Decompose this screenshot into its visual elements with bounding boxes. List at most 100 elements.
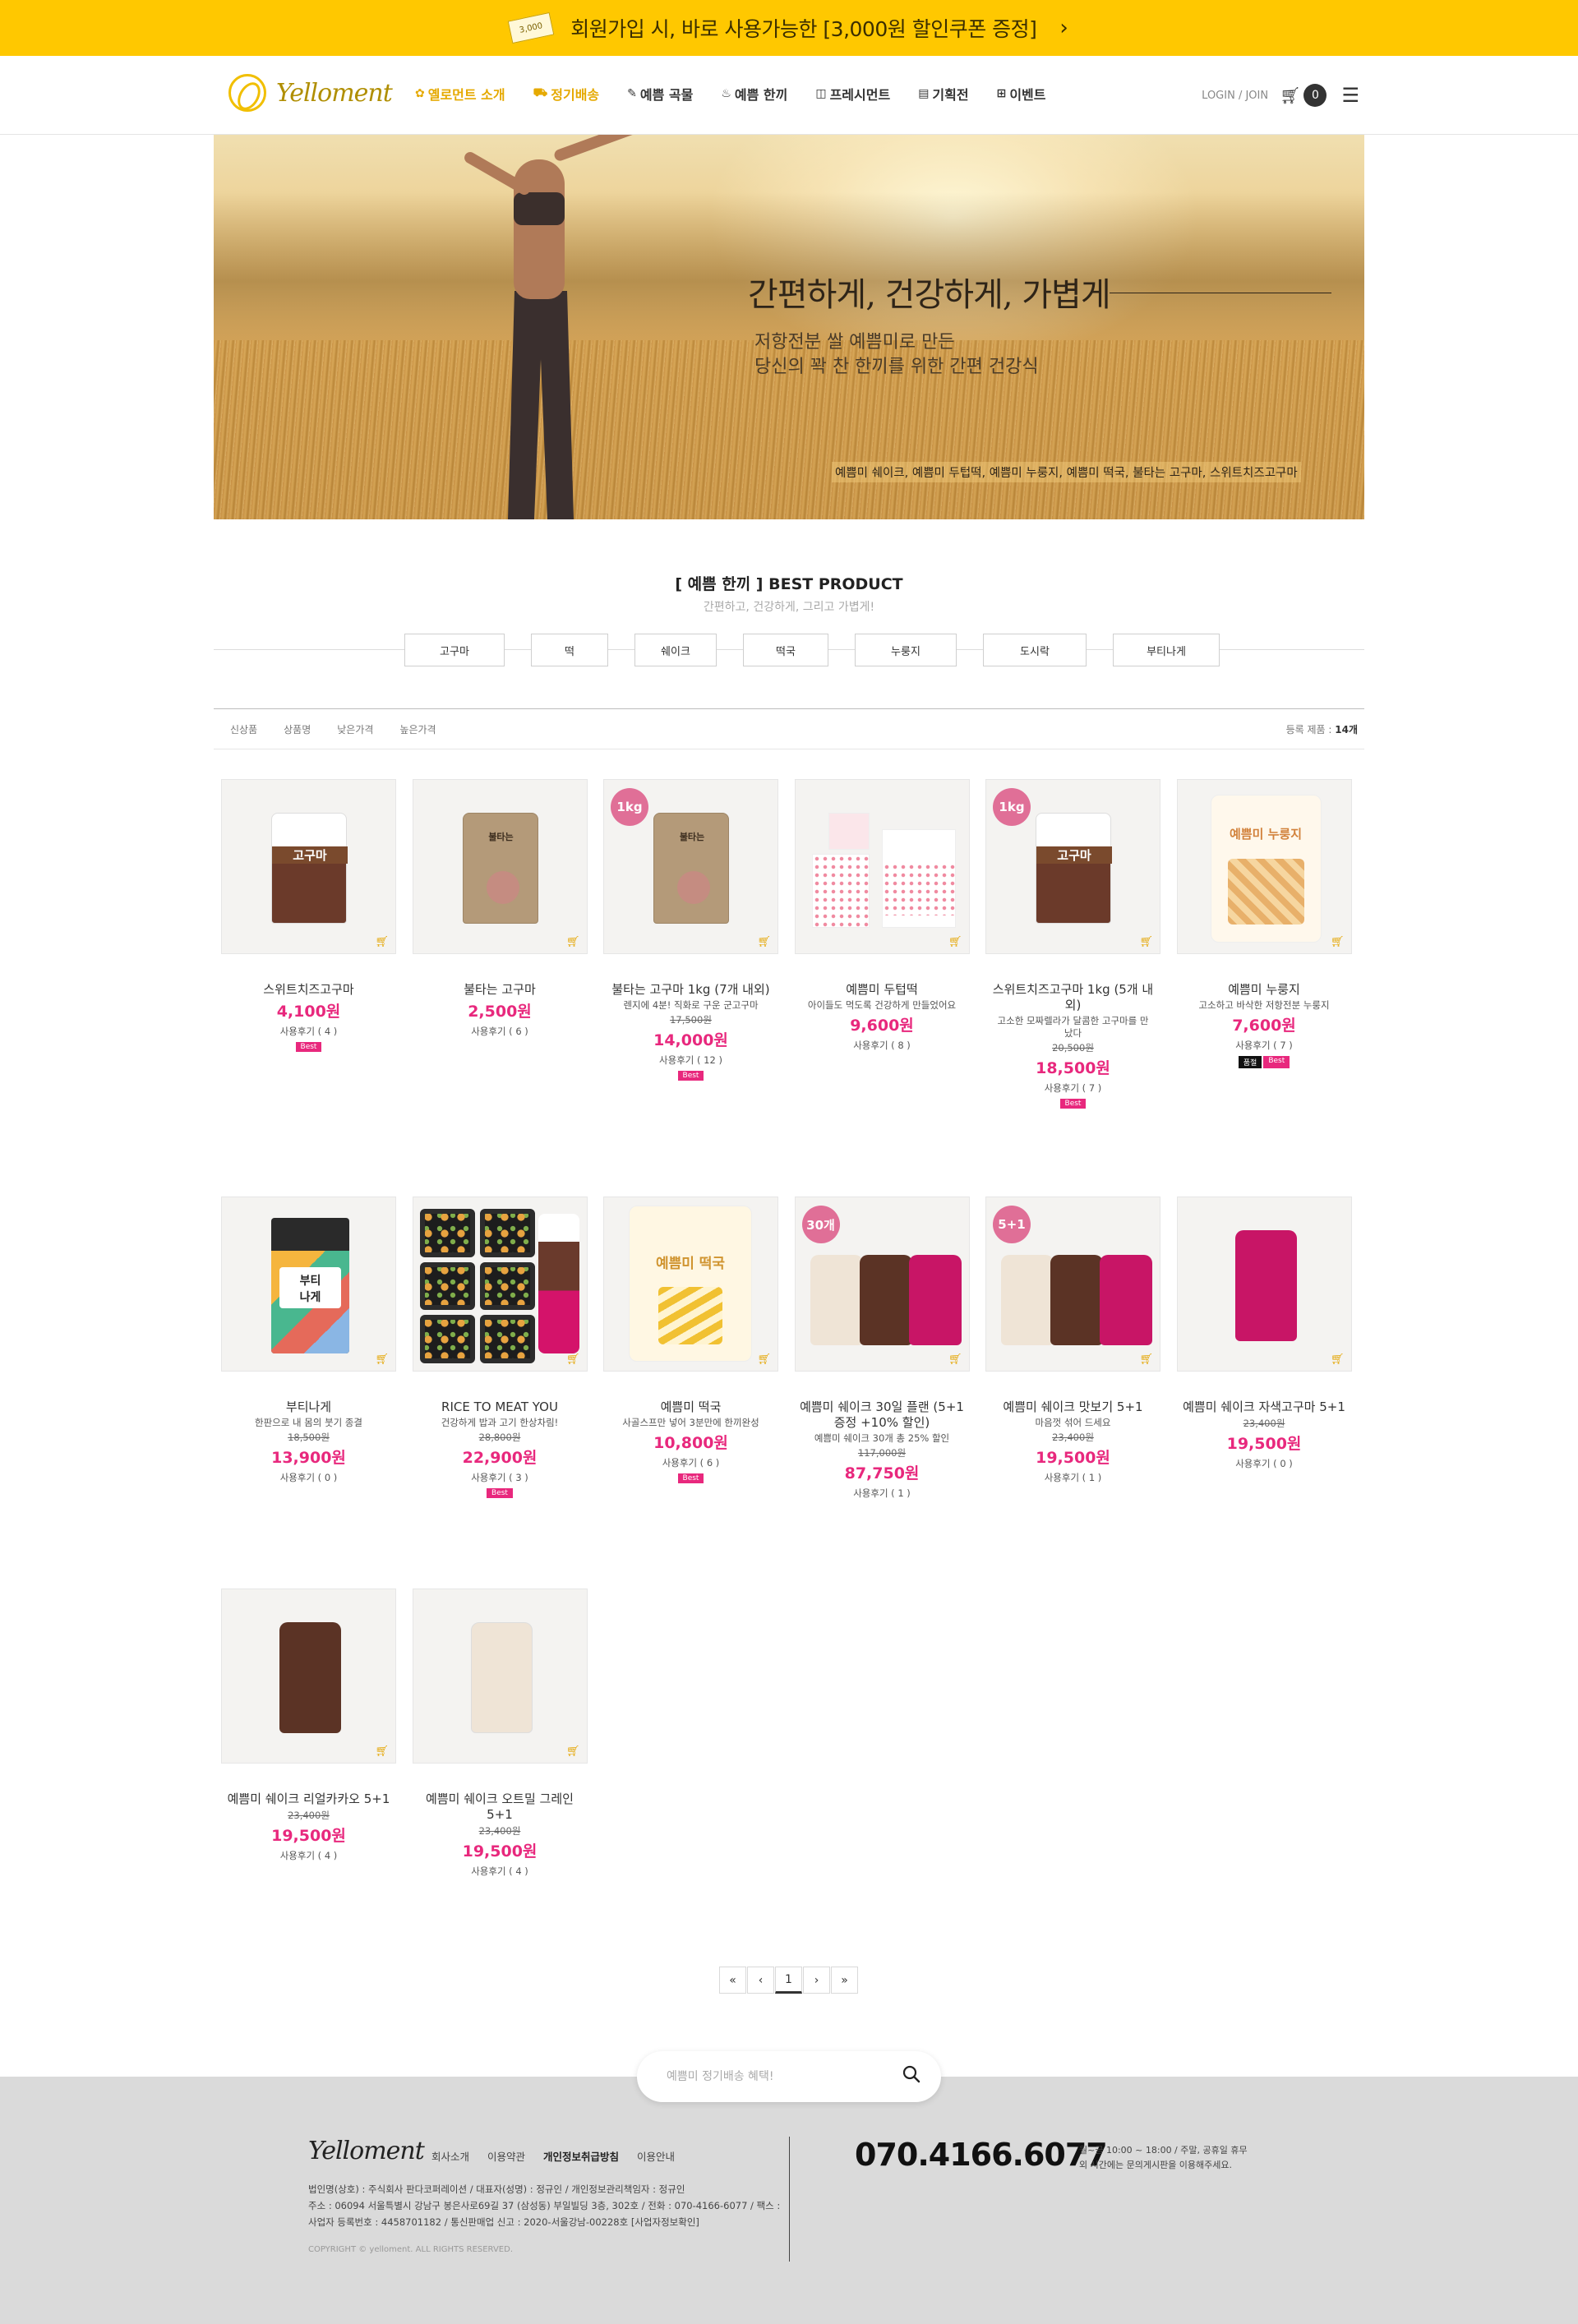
product-name[interactable]: RICE TO MEAT YOU — [413, 1399, 588, 1415]
product-card[interactable]: 고구마 1kg 🛒︎ 스위트치즈고구마 1kg (5개 내외) 고소한 모짜렐라가 달콤… — [985, 779, 1160, 1109]
product-card[interactable]: 예쁨미 누룽지 🛒︎ 예쁨미 누룽지 고소하고 바삭한 저항전분 누룽지 7,600원 사… — [1176, 779, 1352, 1068]
product-card[interactable]: 불타는 1kg 🛒︎ 불타는 고구마 1kg (7개 내외) 렌지에 4분! 직화로 구… — [603, 779, 778, 1081]
search-input[interactable] — [667, 2051, 888, 2102]
add-to-cart-icon[interactable]: 🛒︎ — [948, 936, 962, 948]
cart-icon[interactable]: 🛒︎ — [1280, 85, 1300, 105]
product-name[interactable]: 예쁨미 쉐이크 맛보기 5+1 — [985, 1399, 1160, 1415]
product-image[interactable]: 🛒︎ — [1176, 1197, 1352, 1372]
footer-link-privacy[interactable]: 개인정보취급방침 — [543, 2148, 619, 2164]
product-name[interactable]: 예쁨미 두텁떡 — [795, 982, 970, 998]
product-card[interactable]: 불타는 🛒︎ 불타는 고구마 2,500원 사용후기 ( 6 ) — [412, 779, 588, 1038]
product-card[interactable]: 부티 나게 🛒︎ 부티나게 한판으로 내 몸의 붓기 종결 18,500원 13,900원 사… — [221, 1197, 396, 1484]
page-1-button[interactable]: 1 — [775, 1967, 802, 1994]
product-image[interactable]: 불타는 1kg 🛒︎ — [603, 779, 778, 954]
sort-newest[interactable]: 신상품 — [230, 722, 257, 736]
nav-item-about[interactable]: ✿ 옐로먼트 소개 — [415, 84, 505, 104]
hero-banner[interactable]: 간편하게, 건강하게, 가볍게 저항전분 쌀 예쁨미로 만든 당신의 꽉 찬 한… — [214, 135, 1364, 519]
next-page-button[interactable]: › — [803, 1967, 830, 1994]
add-to-cart-icon[interactable]: 🛒︎ — [1139, 936, 1153, 948]
footer-link-terms[interactable]: 이용약관 — [487, 2148, 525, 2164]
product-card[interactable]: 5+1 🛒︎ 예쁨미 쉐이크 맛보기 5+1 마음껏 섞어 드세요 23,400원 19,… — [985, 1197, 1160, 1484]
product-card[interactable]: 🛒︎ 예쁨미 쉐이크 오트밀 그레인 5+1 23,400원 19,500원 사용후기 … — [412, 1589, 588, 1878]
add-to-cart-icon[interactable]: 🛒︎ — [566, 1745, 580, 1758]
product-name[interactable]: 예쁨미 쉐이크 오트밀 그레인 5+1 — [413, 1791, 588, 1823]
add-to-cart-icon[interactable]: 🛒︎ — [757, 936, 771, 948]
product-image[interactable]: 예쁨미 떡국 🛒︎ — [603, 1197, 778, 1372]
nav-item-event[interactable]: ⊞ 이벤트 — [997, 84, 1046, 104]
product-name[interactable]: 예쁨미 누룽지 — [1177, 982, 1352, 998]
product-card[interactable]: 🛒︎ 예쁨미 쉐이크 자색고구마 5+1 23,400원 19,500원 사용후기 ( … — [1176, 1197, 1352, 1470]
product-image[interactable]: 예쁨미 누룽지 🛒︎ — [1176, 779, 1352, 954]
hamburger-menu-icon[interactable]: ☰ — [1341, 84, 1359, 107]
product-name[interactable]: 예쁨미 쉐이크 자색고구마 5+1 — [1177, 1399, 1352, 1415]
add-to-cart-icon[interactable]: 🛒︎ — [1139, 1353, 1153, 1366]
nav-item-meal[interactable]: ♨ 예쁨 한끼 — [721, 84, 787, 104]
tab-sweet-potato[interactable]: 고구마 — [404, 634, 505, 666]
prev-page-button[interactable]: ‹ — [747, 1967, 774, 1994]
product-card[interactable]: 🛒︎ 예쁨미 두텁떡 아이들도 먹도록 건강하게 만들었어요 9,600원 사용후기 (… — [794, 779, 970, 1052]
first-page-button[interactable]: « — [719, 1967, 746, 1994]
calendar-icon: ▤ — [918, 87, 930, 100]
add-to-cart-icon[interactable]: 🛒︎ — [566, 1353, 580, 1366]
logo[interactable]: Yelloment — [228, 74, 393, 112]
footer-logo[interactable]: Yelloment — [308, 2137, 425, 2165]
product-name[interactable]: 예쁨미 쉐이크 리얼카카오 5+1 — [221, 1791, 396, 1807]
product-name[interactable]: 스위트치즈고구마 — [221, 982, 396, 998]
product-name[interactable]: 불타는 고구마 — [413, 982, 588, 998]
product-reviews: 사용후기 ( 0 ) — [1235, 1458, 1293, 1469]
add-to-cart-icon[interactable]: 🛒︎ — [757, 1353, 771, 1366]
product-price: 19,500원 — [1226, 1435, 1302, 1453]
sort-name[interactable]: 상품명 — [284, 722, 311, 736]
sort-high-price[interactable]: 높은가격 — [399, 722, 436, 736]
nav-item-freshment[interactable]: ◫ 프레시먼트 — [815, 84, 890, 104]
product-card[interactable]: 예쁨미 떡국 🛒︎ 예쁨미 떡국 사골스프만 넣어 3분만에 한끼완성 10,800원 사… — [603, 1197, 778, 1483]
product-image[interactable]: 5+1 🛒︎ — [985, 1197, 1160, 1372]
product-name[interactable]: 예쁨미 쉐이크 30일 플랜 (5+1증정 +10% 할인) — [795, 1399, 970, 1431]
product-tag: Best — [677, 1071, 704, 1081]
add-to-cart-icon[interactable]: 🛒︎ — [375, 936, 389, 948]
product-name[interactable]: 부티나게 — [221, 1399, 396, 1415]
tab-tteokguk[interactable]: 떡국 — [743, 634, 828, 666]
product-name[interactable]: 불타는 고구마 1kg (7개 내외) — [603, 982, 778, 998]
tab-shake[interactable]: 쉐이크 — [634, 634, 717, 666]
product-card[interactable]: 30개 🛒︎ 예쁨미 쉐이크 30일 플랜 (5+1증정 +10% 할인) 예쁨미 쉐… — [794, 1197, 970, 1500]
nav-item-subscription[interactable]: ⛟ 정기배송 — [533, 84, 600, 104]
product-image[interactable]: 고구마 🛒︎ — [221, 779, 396, 954]
add-to-cart-icon[interactable]: 🛒︎ — [566, 936, 580, 948]
search-icon[interactable] — [902, 2064, 921, 2084]
product-image[interactable]: 🛒︎ — [412, 1197, 588, 1372]
promo-text: 회원가입 시, 바로 사용가능한 [3,000원 할인쿠폰 증정] — [570, 17, 1037, 41]
add-to-cart-icon[interactable]: 🛒︎ — [948, 1353, 962, 1366]
product-card[interactable]: 🛒︎ 예쁨미 쉐이크 리얼카카오 5+1 23,400원 19,500원 사용후기 ( … — [221, 1589, 396, 1862]
product-card[interactable]: 🛒︎ RICE TO MEAT YOU 건강하게 밥과 고기 한상차림! 28,800… — [412, 1197, 588, 1498]
footer-link-company[interactable]: 회사소개 — [431, 2148, 469, 2164]
product-name[interactable]: 예쁨미 떡국 — [603, 1399, 778, 1415]
add-to-cart-icon[interactable]: 🛒︎ — [1331, 936, 1345, 948]
product-image[interactable]: 🛒︎ — [221, 1589, 396, 1764]
product-reviews: 사용후기 ( 7 ) — [1044, 1082, 1102, 1094]
product-image[interactable]: 불타는 🛒︎ — [412, 779, 588, 954]
product-image[interactable]: 고구마 1kg 🛒︎ — [985, 779, 1160, 954]
product-image[interactable]: 🛒︎ — [412, 1589, 588, 1764]
product-image[interactable]: 30개 🛒︎ — [794, 1197, 970, 1372]
nav-item-special[interactable]: ▤ 기획전 — [918, 84, 968, 104]
product-name[interactable]: 스위트치즈고구마 1kg (5개 내외) — [985, 982, 1160, 1013]
last-page-button[interactable]: » — [831, 1967, 858, 1994]
tab-nurungji[interactable]: 누룽지 — [855, 634, 957, 666]
product-image[interactable]: 부티 나게 🛒︎ — [221, 1197, 396, 1372]
product-card[interactable]: 고구마 🛒︎ 스위트치즈고구마 4,100원 사용후기 ( 4 ) Best — [221, 779, 396, 1052]
footer-link-guide[interactable]: 이용안내 — [637, 2148, 675, 2164]
promo-banner[interactable]: 3,000 회원가입 시, 바로 사용가능한 [3,000원 할인쿠폰 증정] … — [0, 0, 1578, 56]
product-image[interactable]: 🛒︎ — [794, 779, 970, 954]
login-join-link[interactable]: LOGIN / JOIN — [1202, 90, 1268, 102]
add-to-cart-icon[interactable]: 🛒︎ — [375, 1745, 389, 1758]
sort-low-price[interactable]: 낮은가격 — [337, 722, 373, 736]
nav-item-grains[interactable]: ✎ 예쁨 곡물 — [627, 84, 693, 104]
product-tag: Best — [487, 1488, 513, 1498]
tab-bootynage[interactable]: 부티나게 — [1113, 634, 1220, 666]
chevron-right-icon: › — [1059, 16, 1068, 40]
add-to-cart-icon[interactable]: 🛒︎ — [1331, 1353, 1345, 1366]
tab-lunchbox[interactable]: 도시락 — [983, 634, 1087, 666]
tab-rice-cake[interactable]: 떡 — [531, 634, 608, 666]
add-to-cart-icon[interactable]: 🛒︎ — [375, 1353, 389, 1366]
